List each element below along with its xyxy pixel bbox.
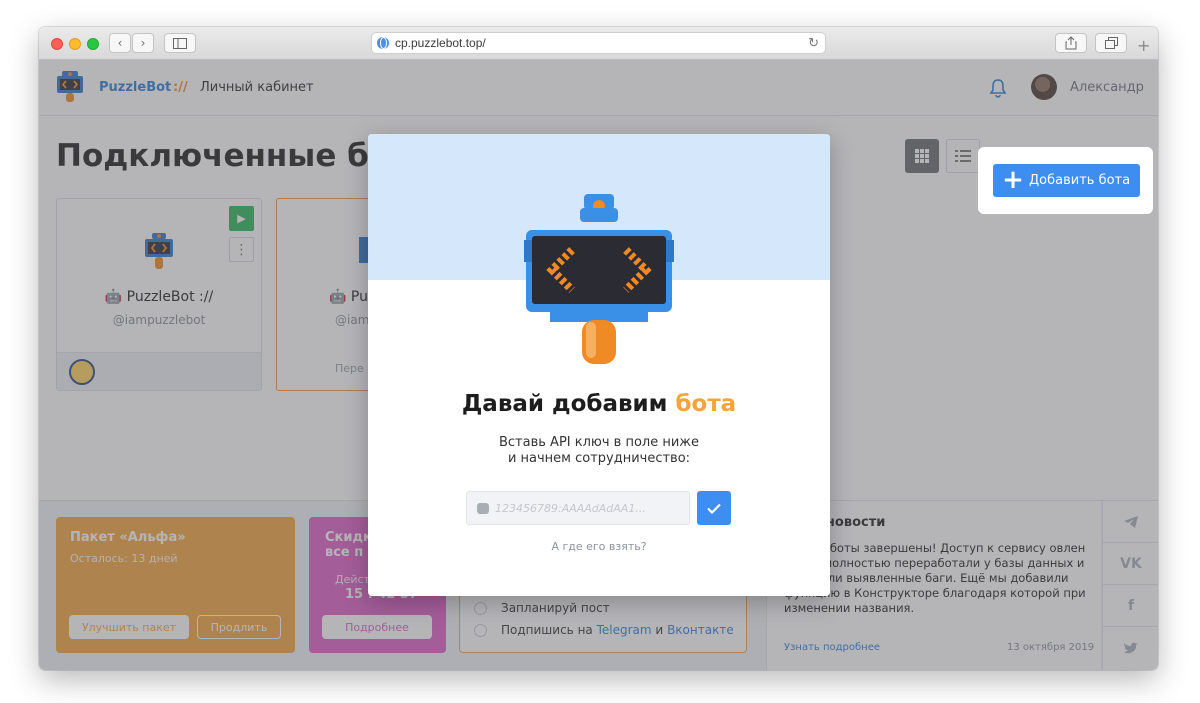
modal-description-line: Вставь API ключ в поле ниже: [498, 435, 700, 450]
add-bot-modal: Давай добавим бота Вставь API ключ в пол…: [368, 134, 830, 596]
address-bar[interactable]: cp.puzzlebot.top/ ↻: [371, 32, 826, 54]
where-to-get-key-link[interactable]: А где его взять?: [368, 540, 830, 553]
modal-heading: Давай добавим бота: [368, 391, 830, 417]
submit-api-key-button[interactable]: [697, 491, 731, 525]
back-button[interactable]: ‹: [109, 33, 131, 53]
tabs-icon: [1104, 37, 1118, 49]
sidebar-toggle-button[interactable]: [164, 33, 196, 53]
browser-window: ‹ › cp.puzzlebot.top/ ↻ + PuzzleBot:// …: [39, 27, 1158, 670]
modal-description: Вставь API ключ в поле ниже и начнем сот…: [368, 435, 830, 467]
modal-description-line: и начнем сотрудничество:: [507, 451, 691, 466]
forward-button[interactable]: ›: [132, 33, 154, 53]
sidebar-icon: [173, 37, 187, 49]
robot-icon: [477, 503, 489, 514]
page: PuzzleBot :// Личный кабинет Александр П…: [39, 60, 1158, 670]
chevron-left-icon: ‹: [117, 36, 123, 50]
add-bot-highlight: + Добавить бота: [978, 147, 1153, 214]
browser-titlebar: ‹ › cp.puzzlebot.top/ ↻ +: [39, 27, 1158, 60]
add-bot-button[interactable]: + Добавить бота: [993, 164, 1140, 197]
add-bot-label: Добавить бота: [1029, 173, 1131, 188]
url-text: cp.puzzlebot.top/: [395, 36, 486, 50]
close-window-button[interactable]: [51, 38, 63, 50]
api-key-field[interactable]: [466, 491, 690, 525]
maximize-window-button[interactable]: [87, 38, 99, 50]
new-tab-button[interactable]: +: [1137, 36, 1150, 55]
plus-icon: +: [1002, 165, 1024, 195]
modal-heading-accent: бота: [675, 391, 737, 417]
share-icon: [1065, 36, 1077, 50]
tabs-overview-button[interactable]: [1095, 33, 1127, 53]
robot-illustration: [524, 194, 674, 364]
globe-icon: [377, 37, 389, 49]
minimize-window-button[interactable]: [69, 38, 81, 50]
share-button[interactable]: [1055, 33, 1087, 53]
checkmark-icon: [707, 503, 721, 514]
reload-icon[interactable]: ↻: [808, 35, 819, 51]
modal-heading-main: Давай добавим: [461, 391, 668, 417]
chevron-right-icon: ›: [140, 36, 146, 50]
api-key-input[interactable]: [495, 501, 670, 515]
